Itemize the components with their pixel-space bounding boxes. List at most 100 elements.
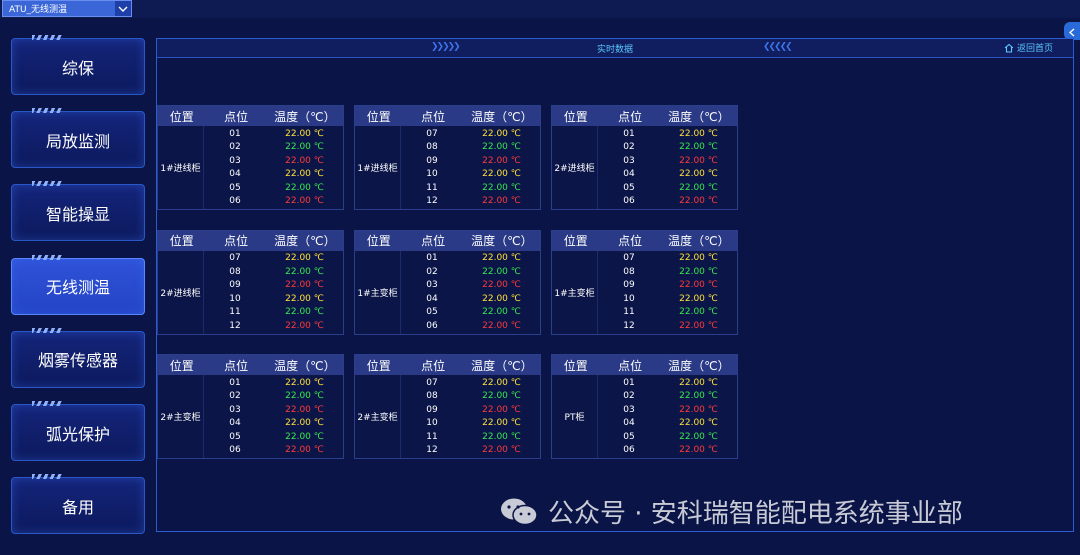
chevron-down-icon[interactable] [115, 1, 131, 16]
point-cell: 09 [426, 155, 438, 166]
sidebar-item-label: 智能操显 [45, 204, 110, 224]
col-point: 点位 [618, 358, 643, 373]
table-row: 03 22.00 ℃ [204, 403, 343, 417]
table-row: 07 22.00 ℃ [204, 252, 343, 266]
location-cell: 2#进线柜 [158, 250, 204, 334]
point-cell: 07 [426, 128, 438, 139]
point-cell: 11 [426, 431, 438, 442]
point-cell: 04 [623, 418, 635, 429]
table-header: 位置 点位 温度（℃） [158, 355, 343, 375]
table-row: 09 22.00 ℃ [401, 154, 540, 168]
point-cell: 11 [623, 307, 635, 318]
col-point: 点位 [224, 234, 249, 248]
table-row: 03 22.00 ℃ [204, 154, 343, 168]
point-cell: 06 [229, 196, 241, 207]
sidebar-item-4[interactable]: 烟雾传感器 [11, 327, 145, 388]
table-row: 08 22.00 ℃ [401, 141, 540, 155]
temperature-cell: 22.00 ℃ [482, 155, 521, 166]
table-row: 07 22.00 ℃ [401, 127, 540, 141]
table-row: 10 22.00 ℃ [598, 292, 737, 306]
table-row: 10 22.00 ℃ [401, 168, 540, 182]
back-home-link[interactable]: 返回首页 [1004, 41, 1053, 54]
point-cell: 01 [229, 128, 241, 139]
table-row: 09 22.00 ℃ [598, 279, 737, 293]
temperature-cell: 22.00 ℃ [679, 266, 718, 277]
temperature-cell: 22.00 ℃ [285, 155, 324, 166]
temperature-cell: 22.00 ℃ [285, 142, 324, 153]
panel-title: 实时数据 [596, 45, 633, 55]
point-cell: 08 [426, 142, 438, 153]
col-location: 位置 [563, 109, 588, 124]
table-row: 01 22.00 ℃ [598, 376, 737, 390]
col-location: 位置 [366, 234, 391, 248]
stripes-decoration [32, 35, 62, 40]
temperature-cell: 22.00 ℃ [285, 253, 324, 264]
temperature-cell: 22.00 ℃ [679, 182, 718, 193]
point-cell: 02 [623, 391, 635, 402]
point-cell: 03 [229, 155, 241, 166]
sidebar-item-5[interactable]: 弧光保护 [11, 401, 145, 461]
location-cell: 2#进线柜 [552, 126, 598, 209]
point-cell: 09 [623, 280, 635, 291]
table-row: 06 22.00 ℃ [598, 444, 737, 458]
temperature-cell: 22.00 ℃ [679, 169, 718, 180]
table-row: 12 22.00 ℃ [401, 195, 540, 209]
table-row: 06 22.00 ℃ [598, 195, 737, 209]
col-point: 点位 [421, 234, 446, 248]
temperature-cell: 22.00 ℃ [285, 293, 324, 304]
stripes-decoration [32, 181, 62, 187]
temperature-cell: 22.00 ℃ [482, 280, 521, 291]
table-row: 11 22.00 ℃ [401, 181, 540, 195]
device-select[interactable]: ATU_无线测温 [2, 0, 132, 17]
table-row: 04 22.00 ℃ [401, 292, 540, 306]
table-row: 02 22.00 ℃ [204, 390, 343, 404]
point-cell: 10 [426, 418, 438, 429]
sidebar-item-1[interactable]: 局放监测 [11, 108, 145, 169]
table-row: 02 22.00 ℃ [401, 265, 540, 279]
point-cell: 03 [229, 404, 241, 415]
temperature-cell: 22.00 ℃ [482, 182, 521, 193]
point-cell: 01 [623, 128, 635, 139]
table-row: 02 22.00 ℃ [598, 141, 737, 155]
table-header: 位置 点位 温度（℃） [158, 106, 343, 126]
table-row: 01 22.00 ℃ [204, 376, 343, 390]
sidebar-item-6[interactable]: 备用 [11, 474, 145, 535]
watermark-text: 公众号 · 安科瑞智能配电系统事业部 [548, 499, 963, 529]
table-row: 04 22.00 ℃ [598, 417, 737, 431]
temperature-cell: 22.00 ℃ [285, 320, 324, 331]
table-row: 04 22.00 ℃ [204, 168, 343, 182]
point-cell: 03 [426, 280, 438, 291]
point-cell: 04 [229, 169, 241, 180]
arrows-left-icon: ❮❮❮❮❮ [763, 42, 793, 52]
sidebar-item-label: 烟雾传感器 [37, 351, 118, 371]
temperature-cell: 22.00 ℃ [285, 128, 324, 139]
temperature-cell: 22.00 ℃ [482, 307, 521, 318]
temp-table: 位置 点位 温度（℃） 2#进线柜 01 22.00 ℃ 02 22.00 ℃ 03 22.00 … [551, 105, 738, 210]
temperature-cell: 22.00 ℃ [285, 196, 324, 207]
temperature-cell: 22.00 ℃ [285, 431, 324, 442]
temp-table: 位置 点位 温度（℃） 1#进线柜 01 22.00 ℃ 02 22.00 ℃ 03 22.00 … [157, 105, 344, 210]
temp-table: 位置 点位 温度（℃） 2#进线柜 07 22.00 ℃ 08 22.00 ℃ 09 22.00 … [157, 229, 344, 335]
back-home-label: 返回首页 [1016, 44, 1053, 54]
temperature-cell: 22.00 ℃ [679, 280, 718, 291]
temperature-cell: 22.00 ℃ [679, 445, 718, 456]
temperature-cell: 22.00 ℃ [482, 404, 521, 415]
point-cell: 07 [229, 253, 241, 264]
sidebar-item-2[interactable]: 智能操显 [11, 181, 145, 242]
table-header: 位置 点位 温度（℃） [158, 230, 343, 251]
temperature-cell: 22.00 ℃ [679, 391, 718, 402]
point-cell: 04 [623, 169, 635, 180]
table-row: 12 22.00 ℃ [598, 319, 737, 333]
stripes-decoration [32, 327, 62, 333]
table-row: 11 22.00 ℃ [401, 430, 540, 444]
table-row: 10 22.00 ℃ [401, 417, 540, 431]
top-bar: ATU_无线测温 [0, 0, 1080, 18]
table-row: 06 22.00 ℃ [204, 195, 343, 209]
sidebar-item-0[interactable]: 综保 [11, 35, 145, 95]
sidebar-item-3[interactable]: 无线测温 [11, 254, 145, 315]
point-cell: 09 [229, 280, 241, 291]
stripes-decoration [32, 401, 62, 406]
point-cell: 04 [426, 293, 438, 304]
col-temp: 温度（℃） [274, 109, 336, 124]
point-cell: 03 [623, 404, 635, 415]
